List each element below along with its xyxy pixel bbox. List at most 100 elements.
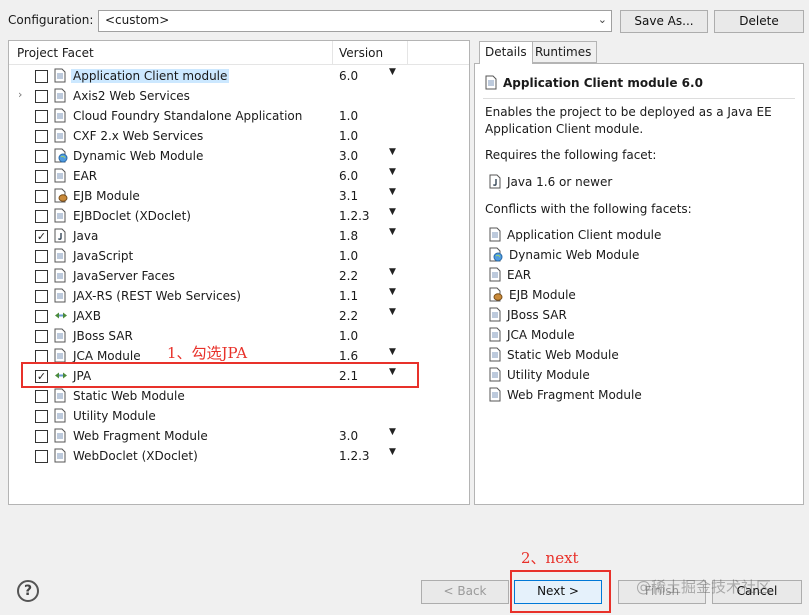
facet-version[interactable]: 2.2 <box>339 269 358 283</box>
facet-row[interactable]: Web Fragment Module 3.0 ▼ <box>9 426 469 446</box>
annotation-box-jpa <box>21 362 419 388</box>
facet-row[interactable]: EJB Module 3.1 ▼ <box>9 186 469 206</box>
facets-table-header: Project Facet Version <box>9 41 469 65</box>
facet-version[interactable]: 1.0 <box>339 109 358 123</box>
facet-row[interactable]: Application Client module 6.0 ▼ <box>9 66 469 86</box>
facet-checkbox[interactable] <box>35 110 48 123</box>
facet-checkbox[interactable] <box>35 310 48 323</box>
facet-row[interactable]: Dynamic Web Module 3.0 ▼ <box>9 146 469 166</box>
version-dropdown-icon[interactable]: ▼ <box>389 227 396 237</box>
facet-version[interactable]: 1.0 <box>339 129 358 143</box>
facet-version[interactable]: 1.6 <box>339 349 358 363</box>
conflict-item: JBoss SAR <box>489 307 661 327</box>
chevron-down-icon[interactable]: ⌄ <box>598 13 607 26</box>
project-facets-table: Project Facet Version Application Client… <box>8 40 470 505</box>
column-header-version[interactable]: Version <box>339 46 383 60</box>
version-dropdown-icon[interactable]: ▼ <box>389 167 396 177</box>
facet-version[interactable]: 6.0 <box>339 69 358 83</box>
facet-version[interactable]: 1.8 <box>339 229 358 243</box>
version-dropdown-icon[interactable]: ▼ <box>389 287 396 297</box>
save-as-button[interactable]: Save As... <box>620 10 708 33</box>
facet-checkbox[interactable] <box>35 330 48 343</box>
facet-checkbox[interactable]: ✓ <box>35 230 48 243</box>
tab-runtimes[interactable]: Runtimes <box>529 41 598 63</box>
facet-checkbox[interactable] <box>35 170 48 183</box>
back-button[interactable]: < Back <box>421 580 509 604</box>
facet-row[interactable]: CXF 2.x Web Services 1.0 <box>9 126 469 146</box>
facet-row[interactable]: EJBDoclet (XDoclet) 1.2.3 ▼ <box>9 206 469 226</box>
facet-version[interactable]: 2.2 <box>339 309 358 323</box>
conflict-item: EJB Module <box>489 287 661 307</box>
facet-row[interactable]: Utility Module <box>9 406 469 426</box>
facet-row[interactable]: › Axis2 Web Services <box>9 86 469 106</box>
configuration-combo[interactable]: <custom> ⌄ <box>98 10 612 32</box>
version-dropdown-icon[interactable]: ▼ <box>389 207 396 217</box>
facet-checkbox[interactable] <box>35 130 48 143</box>
facet-version[interactable]: 1.0 <box>339 329 358 343</box>
facet-checkbox[interactable] <box>35 290 48 303</box>
page-icon <box>489 327 507 342</box>
facet-row[interactable]: EAR 6.0 ▼ <box>9 166 469 186</box>
facet-version[interactable]: 6.0 <box>339 169 358 183</box>
facet-name: EAR <box>73 169 98 183</box>
version-dropdown-icon[interactable]: ▼ <box>389 307 396 317</box>
page-icon <box>54 208 68 224</box>
page-icon <box>54 248 68 264</box>
facet-version[interactable]: 3.1 <box>339 189 358 203</box>
conflict-item-label: Web Fragment Module <box>507 388 642 402</box>
page-icon <box>54 328 68 344</box>
conflict-item-label: JCA Module <box>507 328 575 342</box>
facet-row[interactable]: WebDoclet (XDoclet) 1.2.3 ▼ <box>9 446 469 466</box>
facet-version[interactable]: 1.1 <box>339 289 358 303</box>
facet-checkbox[interactable] <box>35 90 48 103</box>
facet-checkbox[interactable] <box>35 150 48 163</box>
column-header-project-facet[interactable]: Project Facet <box>17 46 94 60</box>
version-dropdown-icon[interactable]: ▼ <box>389 347 396 357</box>
facet-version[interactable]: 3.0 <box>339 429 358 443</box>
java-icon <box>54 228 68 244</box>
jpa-arrows-icon <box>54 308 68 324</box>
version-dropdown-icon[interactable]: ▼ <box>389 147 396 157</box>
delete-button[interactable]: Delete <box>714 10 804 33</box>
facet-checkbox[interactable] <box>35 250 48 263</box>
facet-row[interactable]: ✓ Java 1.8 ▼ <box>9 226 469 246</box>
facet-row[interactable]: Static Web Module <box>9 386 469 406</box>
facet-version[interactable]: 1.2.3 <box>339 209 370 223</box>
page-icon <box>54 268 68 284</box>
conflict-item: Utility Module <box>489 367 661 387</box>
facet-checkbox[interactable] <box>35 450 48 463</box>
conflict-item-label: EAR <box>507 268 532 282</box>
details-body: Application Client module 6.0 Enables th… <box>474 63 804 505</box>
facet-checkbox[interactable] <box>35 270 48 283</box>
annotation-step-2: 2、next <box>521 549 579 567</box>
facet-checkbox[interactable] <box>35 410 48 423</box>
facet-row[interactable]: JAXB 2.2 ▼ <box>9 306 469 326</box>
facet-checkbox[interactable] <box>35 190 48 203</box>
conflict-item: Dynamic Web Module <box>489 247 661 267</box>
facet-row[interactable]: JavaServer Faces 2.2 ▼ <box>9 266 469 286</box>
version-dropdown-icon[interactable]: ▼ <box>389 67 396 77</box>
facet-name: Cloud Foundry Standalone Application <box>73 109 303 123</box>
facet-row[interactable]: JavaScript 1.0 <box>9 246 469 266</box>
tab-details[interactable]: Details <box>479 41 533 64</box>
help-icon[interactable]: ? <box>17 580 39 602</box>
page-icon <box>54 288 68 304</box>
facet-version[interactable]: 1.2.3 <box>339 449 370 463</box>
page-icon <box>54 168 68 184</box>
chevron-right-icon[interactable]: › <box>18 88 22 101</box>
facet-version[interactable]: 1.0 <box>339 249 358 263</box>
facet-name: JavaScript <box>73 249 134 263</box>
version-dropdown-icon[interactable]: ▼ <box>389 267 396 277</box>
facet-version[interactable]: 3.0 <box>339 149 358 163</box>
facet-checkbox[interactable] <box>35 430 48 443</box>
version-dropdown-icon[interactable]: ▼ <box>389 447 396 457</box>
facet-name: JCA Module <box>73 349 141 363</box>
watermark: @稀土掘金技术社区 <box>636 578 772 596</box>
version-dropdown-icon[interactable]: ▼ <box>389 427 396 437</box>
facet-checkbox[interactable] <box>35 210 48 223</box>
facet-checkbox[interactable] <box>35 70 48 83</box>
facet-row[interactable]: JAX-RS (REST Web Services) 1.1 ▼ <box>9 286 469 306</box>
version-dropdown-icon[interactable]: ▼ <box>389 187 396 197</box>
facet-checkbox[interactable] <box>35 390 48 403</box>
facet-row[interactable]: Cloud Foundry Standalone Application 1.0 <box>9 106 469 126</box>
